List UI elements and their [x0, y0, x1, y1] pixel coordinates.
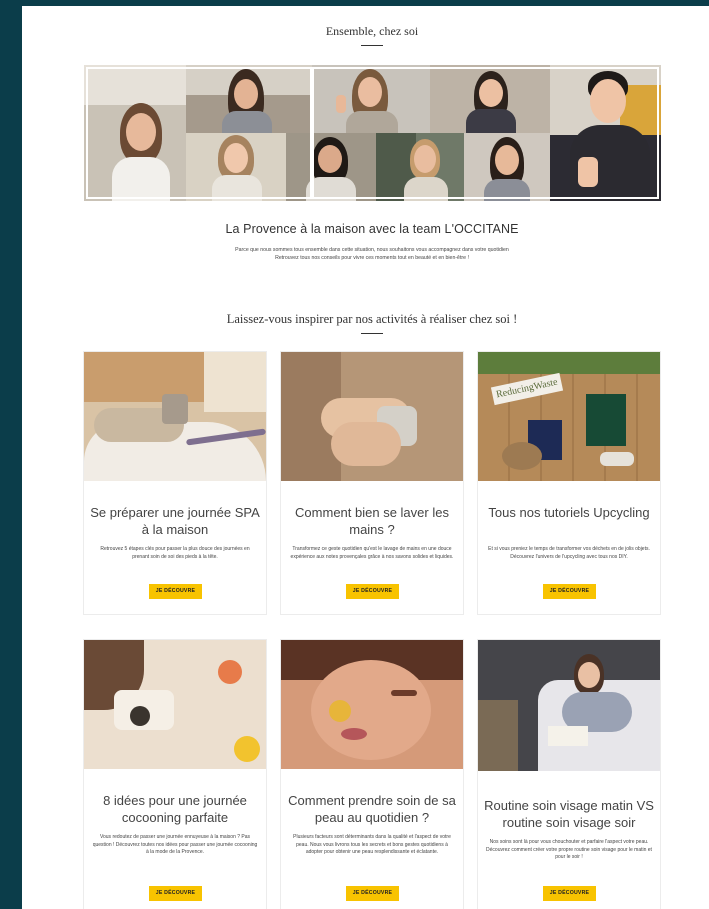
card-image-spa [84, 352, 266, 481]
card-title: Comment prendre soin de sa peau au quoti… [288, 793, 456, 825]
card-image-skin-care [281, 640, 463, 769]
card-title: Comment bien se laver les mains ? [295, 505, 449, 537]
participant-tile [186, 133, 286, 201]
card-title: Se préparer une journée SPA à la maison [90, 505, 260, 537]
participant-tile [186, 65, 312, 133]
hero-team-collage [84, 65, 661, 201]
card-image-hand-wash [281, 352, 463, 481]
card-spa[interactable]: Se préparer une journée SPA à la maison … [84, 352, 266, 614]
title-underline [361, 45, 383, 46]
discover-button[interactable]: JE DÉCOUVRE [149, 886, 202, 901]
card-skin-care[interactable]: Comment prendre soin de sa peau au quoti… [281, 640, 463, 909]
card-title: Routine soin visage matin VS routine soi… [484, 798, 654, 830]
card-text: Retrouvez 5 étapes clés pour passer la p… [100, 546, 250, 560]
page-content: Ensemble, chez soi La Provence à la mais… [22, 6, 709, 909]
card-upcycling[interactable]: ReducingWaste Tous nos tutoriels Upcycli… [478, 352, 660, 614]
discover-button[interactable]: JE DÉCOUVRE [149, 584, 202, 599]
card-text: Plusieurs facteurs sont déterminants dan… [293, 834, 451, 855]
card-title: Tous nos tutoriels Upcycling [488, 505, 650, 520]
card-text: Vous redoutez de passer une journée ennu… [92, 834, 258, 855]
card-text: Et si vous preniez le temps de transform… [488, 546, 650, 560]
card-text: Nos soins sont là pour vous chouchouter … [486, 839, 652, 860]
discover-button[interactable]: JE DÉCOUVRE [346, 886, 399, 901]
card-routine[interactable]: Routine soin visage matin VS routine soi… [478, 640, 660, 909]
section-title-ensemble: Ensemble, chez soi [325, 24, 419, 38]
participant-tile [550, 65, 661, 201]
discover-button[interactable]: JE DÉCOUVRE [543, 584, 596, 599]
section-title-inspiration: Laissez-vous inspirer par nos activités … [226, 312, 518, 326]
participant-tile [464, 133, 550, 201]
card-image-routine [478, 640, 660, 771]
hero-description-line2: Retrouvez tous nos conseils pour vivre c… [275, 255, 469, 261]
card-text: Transformez ce geste quotidien qu'est le… [290, 546, 454, 560]
card-title: 8 idées pour une journée cocooning parfa… [103, 793, 247, 825]
title-underline [361, 333, 383, 334]
hero-subtitle: La Provence à la maison avec la team L'O… [225, 222, 519, 236]
discover-button[interactable]: JE DÉCOUVRE [346, 584, 399, 599]
card-hand-wash[interactable]: Comment bien se laver les mains ? Transf… [281, 352, 463, 614]
card-cocooning[interactable]: 8 idées pour une journée cocooning parfa… [84, 640, 266, 909]
participant-tile [312, 65, 430, 133]
card-image-cocooning [84, 640, 266, 769]
card-image-upcycling: ReducingWaste [478, 352, 660, 481]
participant-tile [84, 65, 186, 201]
participant-tile [376, 133, 464, 201]
participant-tile [286, 133, 376, 201]
participant-tile [430, 65, 550, 133]
hero-description-line1: Parce que nous sommes tous ensemble dans… [235, 247, 509, 253]
discover-button[interactable]: JE DÉCOUVRE [543, 886, 596, 901]
